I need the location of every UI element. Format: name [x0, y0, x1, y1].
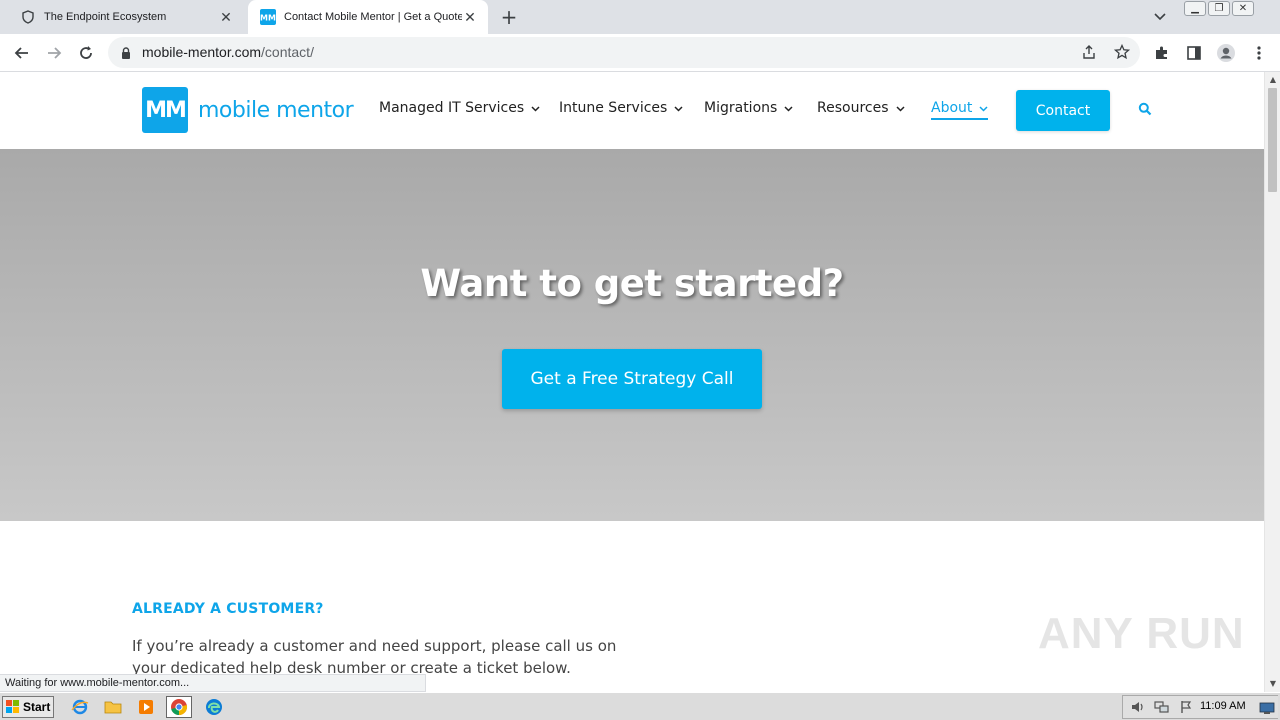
- system-clock[interactable]: 11:09 AM: [1200, 700, 1246, 712]
- url-text: mobile-mentor.com/contact/: [142, 44, 314, 60]
- url-path: /contact/: [261, 44, 314, 60]
- nav-about[interactable]: About: [931, 100, 989, 120]
- logo-text: mobile mentor: [198, 97, 354, 123]
- web-page: MM mobile mentor Managed IT Services Int…: [0, 72, 1264, 692]
- extensions-puzzle-icon[interactable]: [1151, 42, 1173, 64]
- chevron-down-icon: [531, 100, 540, 116]
- free-strategy-call-button[interactable]: Get a Free Strategy Call: [502, 349, 762, 409]
- contact-button[interactable]: Contact: [1016, 90, 1110, 131]
- shield-icon: [20, 9, 36, 25]
- url-host: mobile-mentor.com: [142, 44, 262, 60]
- nav-label: Intune Services: [559, 100, 668, 116]
- network-icon[interactable]: [1149, 696, 1175, 718]
- mobile-mentor-favicon-icon: MM: [260, 9, 276, 25]
- nav-managed-it-services[interactable]: Managed IT Services: [379, 100, 540, 116]
- internet-explorer-icon[interactable]: [67, 696, 93, 718]
- menu-kebab-icon[interactable]: [1248, 42, 1270, 64]
- close-window-icon[interactable]: ✕: [1232, 1, 1254, 16]
- minimize-icon[interactable]: ▁: [1184, 1, 1206, 16]
- scroll-up-arrow-icon[interactable]: ▲: [1265, 72, 1280, 88]
- scrollbar-thumb[interactable]: [1268, 88, 1277, 192]
- windows-taskbar: Start 11:09 AM: [0, 692, 1280, 720]
- chevron-down-icon: [895, 100, 905, 116]
- new-tab-plus-icon[interactable]: +: [498, 6, 520, 28]
- windows-logo-icon: [6, 700, 20, 714]
- section-eyebrow: ALREADY A CUSTOMER?: [132, 601, 324, 617]
- start-label: Start: [23, 700, 51, 714]
- nav-migrations[interactable]: Migrations: [704, 100, 793, 116]
- logo-mark: MM: [142, 87, 188, 133]
- edge-icon[interactable]: [201, 696, 227, 718]
- file-explorer-folder-icon[interactable]: [100, 696, 126, 718]
- media-player-icon[interactable]: [133, 696, 159, 718]
- nav-label: Resources: [817, 100, 889, 116]
- nav-label: About: [931, 100, 973, 116]
- loading-status: Waiting for www.mobile-mentor.com...: [0, 674, 426, 692]
- scroll-down-arrow-icon[interactable]: ▼: [1265, 676, 1280, 692]
- chevron-down-icon: [674, 100, 683, 116]
- restore-icon[interactable]: ❐: [1208, 1, 1230, 16]
- share-icon[interactable]: [1078, 41, 1100, 63]
- show-desktop-icon[interactable]: [1256, 697, 1278, 719]
- hero-title: Want to get started?: [420, 262, 844, 305]
- close-icon[interactable]: ✕: [462, 9, 478, 25]
- tab-contact-mobile-mentor[interactable]: MM Contact Mobile Mentor | Get a Quote ✕: [248, 0, 488, 34]
- nav-resources[interactable]: Resources: [817, 100, 905, 116]
- volume-icon[interactable]: [1125, 696, 1151, 718]
- chevron-down-icon: [784, 100, 793, 116]
- tab-endpoint-ecosystem[interactable]: The Endpoint Ecosystem ✕: [8, 0, 244, 34]
- side-panel-icon[interactable]: [1183, 42, 1205, 64]
- profile-avatar-icon[interactable]: [1215, 42, 1237, 64]
- page-scrollbar[interactable]: ▲ ▼: [1264, 72, 1280, 692]
- mobile-mentor-logo[interactable]: MM mobile mentor: [142, 87, 354, 133]
- section-body: If you’re already a customer and need su…: [132, 637, 617, 677]
- action-center-flag-icon[interactable]: [1173, 696, 1199, 718]
- svg-text:MM: MM: [260, 14, 276, 23]
- nav-label: Migrations: [704, 100, 778, 116]
- tab-search-chevron-down-icon[interactable]: [1150, 8, 1170, 26]
- start-button[interactable]: Start: [2, 696, 54, 718]
- chrome-icon[interactable]: [166, 696, 192, 718]
- customer-section: ALREADY A CUSTOMER? If you’re already a …: [0, 521, 1264, 692]
- browser-toolbar: mobile-mentor.com/contact/: [0, 34, 1280, 72]
- tab-strip: The Endpoint Ecosystem ✕ MM Contact Mobi…: [0, 0, 1280, 34]
- lock-icon[interactable]: [120, 45, 132, 64]
- hero-banner: Want to get started? Get a Free Strategy…: [0, 149, 1264, 521]
- tab-title: The Endpoint Ecosystem: [44, 11, 167, 23]
- search-icon[interactable]: [1138, 101, 1152, 120]
- window-controls: ▁ ❐ ✕: [1184, 1, 1254, 17]
- site-header: MM mobile mentor Managed IT Services Int…: [0, 72, 1264, 149]
- address-bar[interactable]: mobile-mentor.com/contact/: [108, 37, 1140, 68]
- bookmark-star-icon[interactable]: [1111, 41, 1133, 63]
- nav-label: Managed IT Services: [379, 100, 525, 116]
- tab-title: Contact Mobile Mentor | Get a Quote: [284, 11, 462, 23]
- back-arrow-icon[interactable]: [11, 42, 33, 64]
- forward-arrow-icon[interactable]: [43, 42, 65, 64]
- anyrun-watermark: ANY RUN: [1038, 609, 1245, 658]
- nav-intune-services[interactable]: Intune Services: [559, 100, 683, 116]
- chevron-down-icon: [979, 100, 988, 116]
- close-icon[interactable]: ✕: [218, 9, 234, 25]
- reload-icon[interactable]: [75, 42, 97, 64]
